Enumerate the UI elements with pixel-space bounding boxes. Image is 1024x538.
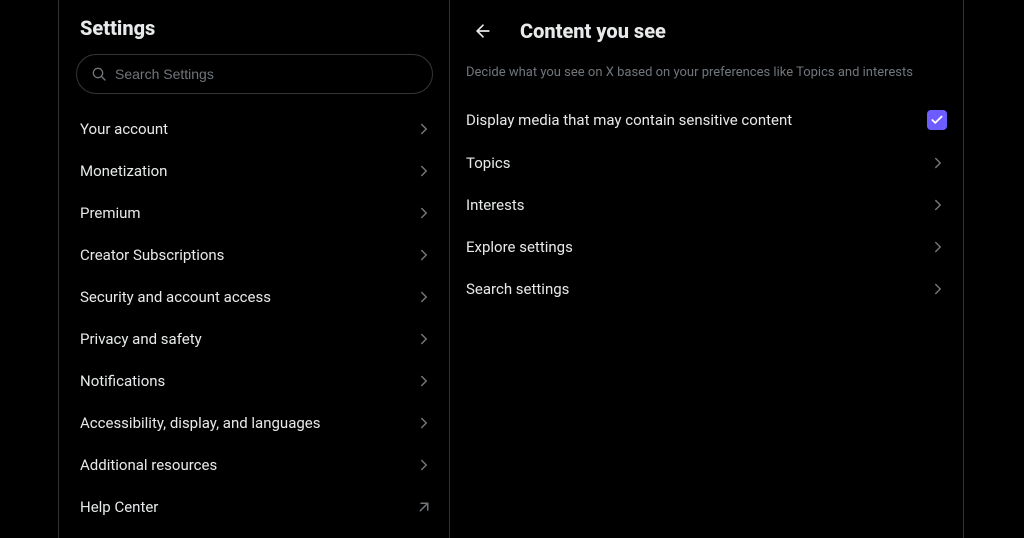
nav-item-label: Privacy and safety (80, 330, 202, 348)
nav-item-premium[interactable]: Premium (60, 192, 449, 234)
nav-item-creator-subscriptions[interactable]: Creator Subscriptions (60, 234, 449, 276)
right-gutter (964, 0, 1024, 538)
nav-item-label: Security and account access (80, 288, 271, 306)
left-gutter (0, 0, 60, 538)
chevron-right-icon (415, 120, 433, 138)
search-box[interactable] (76, 54, 433, 94)
nav-item-monetization[interactable]: Monetization (60, 150, 449, 192)
settings-nav-list: Your account Monetization Premium Creato… (60, 104, 449, 528)
chevron-right-icon (415, 414, 433, 432)
row-display-sensitive-media[interactable]: Display media that may contain sensitive… (450, 98, 963, 142)
nav-item-label: Notifications (80, 372, 165, 390)
chevron-right-icon (415, 162, 433, 180)
row-label: Display media that may contain sensitive… (466, 111, 792, 129)
content-header: Content you see (450, 10, 963, 58)
nav-item-label: Your account (80, 120, 168, 138)
back-button[interactable] (466, 14, 500, 48)
row-label: Topics (466, 154, 510, 172)
row-explore-settings[interactable]: Explore settings (450, 226, 963, 268)
settings-title: Settings (60, 10, 449, 54)
search-icon (91, 66, 107, 82)
row-topics[interactable]: Topics (450, 142, 963, 184)
row-label: Interests (466, 196, 525, 214)
search-wrap (60, 54, 449, 104)
row-label: Search settings (466, 280, 569, 298)
nav-item-accessibility-display-languages[interactable]: Accessibility, display, and languages (60, 402, 449, 444)
nav-item-help-center[interactable]: Help Center (60, 486, 449, 528)
nav-item-label: Additional resources (80, 456, 217, 474)
nav-item-label: Help Center (80, 498, 158, 516)
chevron-right-icon (415, 372, 433, 390)
nav-item-notifications[interactable]: Notifications (60, 360, 449, 402)
row-search-settings[interactable]: Search settings (450, 268, 963, 310)
row-label: Explore settings (466, 238, 573, 256)
chevron-right-icon (415, 246, 433, 264)
check-icon (930, 113, 944, 127)
arrow-left-icon (473, 21, 493, 41)
nav-item-additional-resources[interactable]: Additional resources (60, 444, 449, 486)
chevron-right-icon (929, 238, 947, 256)
chevron-right-icon (929, 280, 947, 298)
nav-item-label: Creator Subscriptions (80, 246, 224, 264)
row-interests[interactable]: Interests (450, 184, 963, 226)
nav-item-label: Monetization (80, 162, 167, 180)
content-column: Content you see Decide what you see on X… (450, 0, 964, 538)
nav-item-label: Accessibility, display, and languages (80, 414, 320, 432)
chevron-right-icon (415, 288, 433, 306)
chevron-right-icon (415, 330, 433, 348)
content-title: Content you see (520, 19, 666, 43)
settings-column: Settings Your account Monetization (60, 0, 450, 538)
search-input[interactable] (115, 66, 418, 82)
chevron-right-icon (929, 154, 947, 172)
nav-item-security-and-account-access[interactable]: Security and account access (60, 276, 449, 318)
nav-item-your-account[interactable]: Your account (60, 108, 449, 150)
sensitive-checkbox[interactable] (927, 110, 947, 130)
nav-item-label: Premium (80, 204, 141, 222)
external-link-icon (415, 498, 433, 516)
nav-item-privacy-and-safety[interactable]: Privacy and safety (60, 318, 449, 360)
chevron-right-icon (929, 196, 947, 214)
content-description: Decide what you see on X based on your p… (450, 58, 963, 98)
chevron-right-icon (415, 204, 433, 222)
chevron-right-icon (415, 456, 433, 474)
